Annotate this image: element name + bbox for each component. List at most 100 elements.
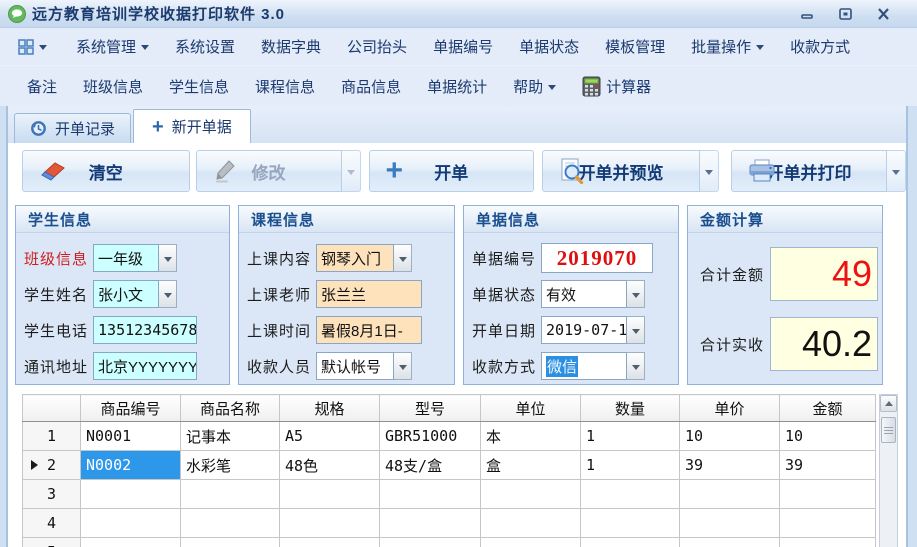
menu-remark[interactable]: 备注 bbox=[14, 70, 70, 103]
receipt-date-dropdown-button[interactable] bbox=[627, 316, 646, 344]
minimize-button[interactable] bbox=[799, 7, 815, 21]
student-name-dropdown-button[interactable] bbox=[159, 280, 178, 308]
payment-method-input[interactable]: 微信 bbox=[541, 352, 628, 380]
selected-cell[interactable]: N0002 bbox=[80, 450, 181, 480]
menu-payment-method[interactable]: 收款方式 bbox=[777, 30, 863, 63]
payee-input[interactable]: 默认帐号 bbox=[316, 352, 395, 380]
cell[interactable] bbox=[679, 479, 780, 509]
payee-dropdown-button[interactable] bbox=[394, 352, 413, 380]
maximize-button[interactable] bbox=[837, 7, 853, 21]
cell[interactable] bbox=[180, 479, 280, 509]
row-header-current[interactable]: 2 bbox=[22, 450, 81, 480]
menu-batch-operation[interactable]: 批量操作 bbox=[678, 30, 777, 63]
col-header-qty[interactable]: 数量 bbox=[580, 394, 680, 422]
receipt-status-input[interactable]: 有效 bbox=[541, 280, 628, 308]
cell[interactable] bbox=[580, 508, 680, 538]
cell[interactable] bbox=[279, 508, 380, 538]
corner-header[interactable] bbox=[22, 394, 81, 422]
menu-system-settings[interactable]: 系统设置 bbox=[162, 30, 248, 63]
menu-receipt-number[interactable]: 单据编号 bbox=[420, 30, 506, 63]
menu-system-manage[interactable]: 系统管理 bbox=[63, 30, 162, 63]
cell[interactable] bbox=[679, 508, 780, 538]
cell[interactable]: 10 bbox=[679, 421, 780, 451]
menu-student-info[interactable]: 学生信息 bbox=[156, 70, 242, 103]
cell[interactable]: GBR51000 bbox=[379, 421, 481, 451]
menu-class-info[interactable]: 班级信息 bbox=[70, 70, 156, 103]
menu-receipt-status[interactable]: 单据状态 bbox=[506, 30, 592, 63]
student-name-input[interactable]: 张小文 bbox=[93, 280, 160, 308]
tab-order-records[interactable]: 开单记录 bbox=[14, 113, 132, 143]
cell[interactable] bbox=[80, 537, 181, 547]
col-header-unit[interactable]: 单位 bbox=[480, 394, 581, 422]
receipt-no-input[interactable]: 2019070 bbox=[541, 243, 654, 273]
row-header[interactable]: 4 bbox=[22, 508, 81, 538]
cell[interactable] bbox=[80, 508, 181, 538]
cell[interactable]: N0001 bbox=[80, 421, 181, 451]
cell[interactable]: A5 bbox=[279, 421, 380, 451]
col-header-spec[interactable]: 规格 bbox=[279, 394, 380, 422]
menu-help[interactable]: 帮助 bbox=[500, 70, 569, 103]
cell[interactable] bbox=[80, 479, 181, 509]
create-print-button[interactable]: 开单并打印 bbox=[731, 150, 888, 192]
cell[interactable] bbox=[779, 508, 876, 538]
cell[interactable] bbox=[180, 537, 280, 547]
skin-theme-button[interactable] bbox=[10, 33, 55, 61]
cell[interactable]: 48支/盒 bbox=[379, 450, 481, 480]
course-teacher-input[interactable]: 张兰兰 bbox=[316, 280, 423, 308]
class-info-label[interactable]: 班级信息 bbox=[24, 248, 88, 269]
menu-company-header[interactable]: 公司抬头 bbox=[334, 30, 420, 63]
table-vertical-scrollbar[interactable] bbox=[879, 394, 898, 547]
row-header[interactable]: 5 bbox=[22, 537, 81, 547]
cell[interactable] bbox=[279, 479, 380, 509]
cell[interactable]: 1 bbox=[580, 450, 680, 480]
create-preview-button[interactable]: 开单并预览 bbox=[542, 150, 701, 192]
course-content-input[interactable]: 钢琴入门 bbox=[316, 244, 395, 272]
cell[interactable] bbox=[480, 479, 581, 509]
course-time-input[interactable]: 暑假8月1日- bbox=[316, 316, 423, 344]
scrollbar-thumb[interactable] bbox=[881, 417, 896, 443]
cell[interactable] bbox=[779, 479, 876, 509]
clear-button[interactable]: 清空 bbox=[22, 150, 190, 192]
payment-method-dropdown-button[interactable] bbox=[627, 352, 646, 380]
close-button[interactable] bbox=[875, 7, 891, 21]
col-header-product-name[interactable]: 商品名称 bbox=[180, 394, 280, 422]
menu-course-info[interactable]: 课程信息 bbox=[242, 70, 328, 103]
row-header[interactable]: 1 bbox=[22, 421, 81, 451]
modify-button[interactable]: 修改 bbox=[195, 150, 342, 192]
cell[interactable] bbox=[480, 508, 581, 538]
cell[interactable]: 1 bbox=[580, 421, 680, 451]
create-print-dropdown-button[interactable] bbox=[887, 150, 907, 192]
class-dropdown-button[interactable] bbox=[159, 244, 178, 272]
cell[interactable] bbox=[779, 537, 876, 547]
tab-new-receipt[interactable]: + 新开单据 bbox=[133, 109, 251, 143]
row-header[interactable]: 3 bbox=[22, 479, 81, 509]
cell[interactable] bbox=[580, 537, 680, 547]
cell[interactable]: 记事本 bbox=[180, 421, 280, 451]
menu-receipt-stats[interactable]: 单据统计 bbox=[414, 70, 500, 103]
receipt-date-input[interactable]: 2019-07-1 bbox=[541, 316, 628, 344]
class-input[interactable]: 一年级 bbox=[93, 244, 160, 272]
student-address-input[interactable]: 北京YYYYYYY bbox=[93, 352, 198, 380]
cell[interactable]: 48色 bbox=[279, 450, 380, 480]
menu-calculator[interactable]: 计算器 bbox=[569, 70, 664, 103]
col-header-model[interactable]: 型号 bbox=[379, 394, 481, 422]
cell[interactable] bbox=[580, 479, 680, 509]
menu-template-manage[interactable]: 模板管理 bbox=[592, 30, 678, 63]
cell[interactable]: 盒 bbox=[480, 450, 581, 480]
col-header-product-code[interactable]: 商品编号 bbox=[80, 394, 181, 422]
receipt-status-dropdown-button[interactable] bbox=[627, 280, 646, 308]
cell[interactable]: 水彩笔 bbox=[180, 450, 280, 480]
cell[interactable]: 10 bbox=[779, 421, 876, 451]
modify-dropdown-button[interactable] bbox=[341, 150, 361, 192]
cell[interactable] bbox=[379, 479, 481, 509]
menu-data-dictionary[interactable]: 数据字典 bbox=[248, 30, 334, 63]
create-preview-dropdown-button[interactable] bbox=[700, 150, 720, 192]
course-content-dropdown-button[interactable] bbox=[394, 244, 413, 272]
menu-product-info[interactable]: 商品信息 bbox=[328, 70, 414, 103]
cell[interactable]: 本 bbox=[480, 421, 581, 451]
cell[interactable]: 39 bbox=[779, 450, 876, 480]
create-button[interactable]: + 开单 bbox=[368, 150, 535, 192]
cell[interactable] bbox=[679, 537, 780, 547]
student-phone-input[interactable]: 13512345678 bbox=[93, 316, 198, 344]
scroll-up-button[interactable] bbox=[880, 395, 897, 412]
